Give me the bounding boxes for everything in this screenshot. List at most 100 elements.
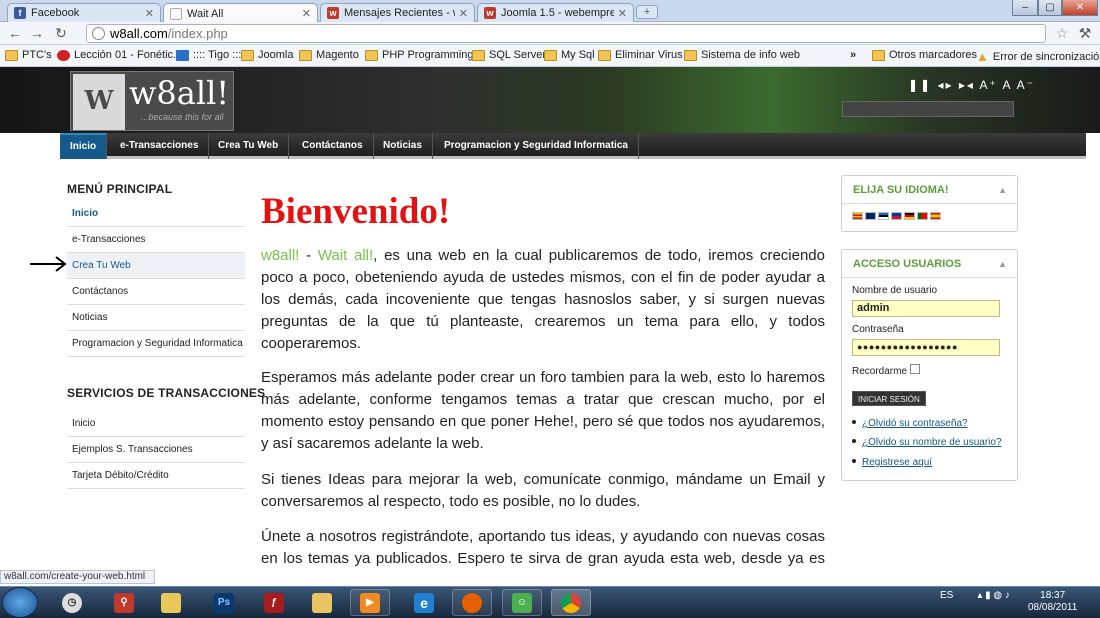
tab-facebook[interactable]: f Facebook ✕ xyxy=(7,3,161,22)
servicios-item-tarjeta[interactable]: Tarjeta Débito/Crédito xyxy=(67,463,245,489)
taskbar-pin-app[interactable]: ⚲ xyxy=(104,589,144,616)
contacts-icon: ☺ xyxy=(512,592,532,613)
system-clock[interactable]: 18:37 08/08/2011 xyxy=(1028,590,1077,614)
more-bookmarks-chevron[interactable]: » xyxy=(850,49,856,61)
menu-principal-title: MENÚ PRINCIPAL xyxy=(67,182,173,196)
flag-filipino-icon[interactable] xyxy=(891,212,902,220)
photos-icon xyxy=(161,592,181,613)
menu-item-e-transacciones[interactable]: e-Transacciones xyxy=(67,227,245,253)
internet-explorer-icon: e xyxy=(414,592,434,613)
tray-icons[interactable]: ▴ ▮ ◍ ♪ xyxy=(977,590,1010,601)
folder-icon xyxy=(472,49,485,61)
star-icon[interactable]: ☆ xyxy=(1053,25,1071,41)
flag-german-icon[interactable] xyxy=(904,212,915,220)
username-field[interactable]: admin xyxy=(852,300,1000,317)
nav-inicio[interactable]: Inicio xyxy=(60,133,108,159)
tab-mensajes-recientes[interactable]: w Mensajes Recientes - weber ✕ xyxy=(320,3,475,22)
wrench-icon[interactable]: ⚒ xyxy=(1076,25,1094,41)
taskbar-flash-app[interactable]: ƒ xyxy=(254,589,294,616)
servicios-item-ejemplos[interactable]: Ejemplos S. Transacciones xyxy=(67,437,245,463)
bookmark-joomla[interactable]: Joomla xyxy=(241,49,293,61)
logo-name: w8all! xyxy=(129,74,230,112)
slideshow-and-font-size-controls[interactable]: ❚❚ ◂▸ ▸◂ A⁺ A A⁻ xyxy=(908,78,1035,92)
nav-programacion[interactable]: Programacion y Seguridad Informatica xyxy=(434,133,639,159)
bookmark-tigo[interactable]: :::: Tigo :::: xyxy=(176,49,244,61)
menu-item-crea-tu-web[interactable]: Crea Tu Web xyxy=(67,253,245,279)
forgot-password-link[interactable]: ¿Olvidó su contraseña? xyxy=(852,418,968,429)
username-label: Nombre de usuario xyxy=(852,285,938,296)
bookmark-magento[interactable]: Magento xyxy=(299,49,359,61)
menu-item-inicio[interactable]: Inicio xyxy=(67,201,245,227)
language-indicator[interactable]: ES xyxy=(940,590,953,601)
site-search-input[interactable] xyxy=(842,101,1014,117)
forward-button[interactable]: → xyxy=(28,25,46,41)
paragraph-3: Si tienes Ideas para mejorar la web, com… xyxy=(261,471,825,510)
remember-checkbox[interactable] xyxy=(910,364,920,374)
flag-portuguese-icon[interactable] xyxy=(917,212,928,220)
maximize-button[interactable]: ▢ xyxy=(1038,0,1062,16)
pushpin-icon: ⚲ xyxy=(114,592,134,613)
w-icon: w xyxy=(327,7,339,19)
menu-item-programacion[interactable]: Programacion y Seguridad Informatica xyxy=(67,331,245,357)
start-button[interactable] xyxy=(2,587,38,618)
system-tray[interactable]: ES ▴ ▮ ◍ ♪ xyxy=(940,590,1010,601)
back-button[interactable]: ← xyxy=(6,25,24,41)
flag-english-icon[interactable] xyxy=(865,212,876,220)
tab-wait-all[interactable]: Wait All ✕ xyxy=(163,3,318,23)
tab-joomla[interactable]: w Joomla 1.5 - webempresa jo ✕ xyxy=(477,3,634,22)
intro-paragraph: w8all! - Wait all!, es una web en la cua… xyxy=(261,247,825,352)
minimize-button[interactable]: – xyxy=(1012,0,1038,16)
bookmark-mysql[interactable]: My Sql xyxy=(544,49,595,61)
collapse-icon[interactable]: ▲ xyxy=(998,176,1007,204)
folder-icon xyxy=(5,49,18,61)
login-module-header: ACCESO USUARIOS ▲ xyxy=(842,250,1017,278)
taskbar-photoshop-app[interactable]: Ps xyxy=(204,589,244,616)
collapse-icon[interactable]: ▲ xyxy=(998,250,1007,278)
login-submit-button[interactable]: INICIAR SESIÓN xyxy=(852,391,926,406)
clock-icon: ◷ xyxy=(62,592,82,613)
sync-error[interactable]: ▲ Error de sincronización xyxy=(976,49,1100,64)
menu-item-contactanos[interactable]: Contáctanos xyxy=(67,279,245,305)
bookmark-sql-server[interactable]: SQL Server xyxy=(472,49,546,61)
flag-estonian-icon[interactable] xyxy=(878,212,889,220)
new-tab-button[interactable]: + xyxy=(636,5,658,19)
taskbar-chrome-app[interactable] xyxy=(551,589,591,616)
close-tab-icon[interactable]: ✕ xyxy=(145,7,154,20)
taskbar-media-app[interactable]: ▶ xyxy=(350,589,390,616)
photoshop-icon: Ps xyxy=(214,592,234,613)
site-logo[interactable]: W w8all! ...because this for all xyxy=(70,71,234,131)
address-bar[interactable]: w8all.com/index.php xyxy=(86,24,1046,43)
flag-spanish-icon[interactable] xyxy=(930,212,941,220)
register-link[interactable]: Registrese aquí xyxy=(852,457,932,468)
menu-item-noticias[interactable]: Noticias xyxy=(67,305,245,331)
bookmark-sistema-info[interactable]: Sistema de info web xyxy=(684,49,800,61)
flash-icon: ƒ xyxy=(264,592,284,613)
taskbar-photos-app[interactable] xyxy=(151,589,191,616)
nav-e-transacciones[interactable]: e-Transacciones xyxy=(110,133,210,159)
language-module-header: ELIJA SU IDIOMA! ▲ xyxy=(842,176,1017,204)
taskbar-clock-app[interactable]: ◷ xyxy=(52,589,92,616)
bookmark-leccion[interactable]: Lección 01 - Fonétic... xyxy=(57,49,182,61)
password-field[interactable]: ●●●●●●●●●●●●●●●●● xyxy=(852,339,1000,356)
flag-catalan-icon[interactable] xyxy=(852,212,863,220)
taskbar-explorer-app[interactable] xyxy=(302,589,342,616)
close-tab-icon[interactable]: ✕ xyxy=(618,7,627,20)
close-tab-icon[interactable]: ✕ xyxy=(459,7,468,20)
brand-name: w8all! xyxy=(261,247,300,264)
taskbar-ie-app[interactable]: e xyxy=(404,589,444,616)
bookmark-eliminar-virus[interactable]: Eliminar Virus xyxy=(598,49,683,61)
servicios-item-inicio[interactable]: Inicio xyxy=(67,411,245,437)
taskbar-firefox-app[interactable] xyxy=(452,589,492,616)
close-tab-icon[interactable]: ✕ xyxy=(302,7,311,20)
nav-contactanos[interactable]: Contáctanos xyxy=(292,133,374,159)
nav-noticias[interactable]: Noticias xyxy=(373,133,433,159)
bookmark-ptcs[interactable]: PTC's xyxy=(5,49,52,61)
close-window-button[interactable]: ✕ xyxy=(1062,0,1098,16)
reload-button[interactable]: ↻ xyxy=(52,25,70,41)
nav-crea-tu-web[interactable]: Crea Tu Web xyxy=(208,133,290,159)
mouse-pointer-arrow-icon xyxy=(30,256,67,272)
forgot-username-link[interactable]: ¿Olvido su nombre de usuario? xyxy=(852,437,1002,448)
bookmark-otros-marcadores[interactable]: Otros marcadores xyxy=(872,49,977,61)
bookmark-php[interactable]: PHP Programming xyxy=(365,49,474,61)
taskbar-contacts-app[interactable]: ☺ xyxy=(502,589,542,616)
